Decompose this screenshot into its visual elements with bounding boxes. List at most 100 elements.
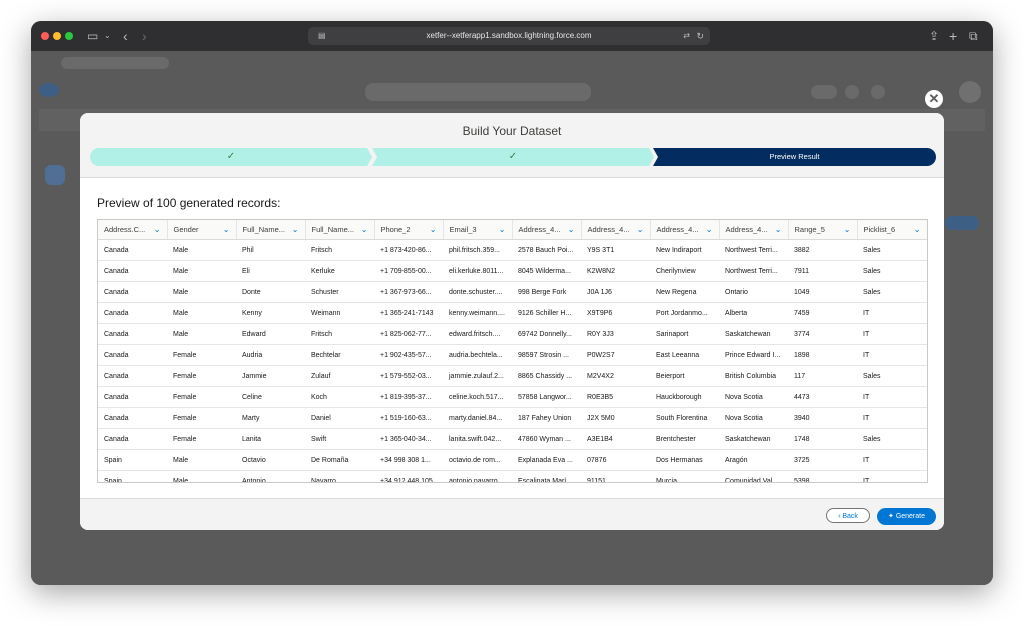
chevron-down-icon[interactable]: ⌄ [361,220,368,239]
table-cell: South Florentina [650,407,719,429]
table-body: Canada Male Phil Fritsch +1 873-420-86... phi… [98,239,927,482]
table-cell: 47860 Wyman ... [512,428,581,450]
table-cell: kenny.weimann.... [443,302,512,324]
column-header[interactable]: Picklist_6 ⌄ [857,220,927,240]
table-cell: 9126 Schiller H... [512,302,581,324]
app-tab-placeholder [61,57,169,69]
table-cell: Northwest Terri... [719,239,788,261]
column-header[interactable]: Address.C... ⌄ [98,220,168,240]
table-cell: 8865 Chassidy ... [512,365,581,387]
preview-table-container[interactable]: Address.C... ⌄ Gender ⌄ Full_Name... ⌄ Full_Na… [97,219,928,483]
path-step-preview-result[interactable]: Preview Result [653,148,936,166]
table-cell: J2X 5M0 [581,407,650,429]
table-cell: 4473 [788,386,857,408]
chevron-down-icon[interactable]: ⌄ [104,27,111,45]
app-logo [39,83,59,97]
table-cell: audria.bechtela... [443,344,512,366]
sidebar-toggle-icon[interactable]: ▭ [87,27,98,45]
preview-heading: Preview of 100 generated records: [97,196,281,210]
table-cell: +34 912 448 105 [374,470,443,482]
table-cell: donte.schuster.... [443,281,512,303]
forward-arrow-icon[interactable]: › [142,27,147,45]
chevron-down-icon[interactable]: ⌄ [430,220,437,239]
column-header[interactable]: Address_4... ⌄ [581,220,651,240]
chevron-down-icon[interactable]: ⌄ [154,220,161,239]
table-cell: 91151 [581,470,650,482]
table-row: Canada Male Donte Schuster +1 367-973-66... d… [98,281,927,303]
table-cell: Canada [98,239,167,261]
translate-icon[interactable]: ⇄ [683,27,690,45]
reload-icon[interactable]: ↻ [696,27,704,45]
table-cell: IT [857,323,927,345]
close-window-button[interactable] [41,32,49,40]
column-header[interactable]: Phone_2 ⌄ [374,220,444,240]
column-header[interactable]: Address_4... ⌄ [512,220,582,240]
chevron-down-icon[interactable]: ⌄ [914,220,921,239]
table-cell: marty.daniel.84... [443,407,512,429]
table-cell: Aragón [719,449,788,471]
table-cell: Jammie [236,365,305,387]
path-step-1[interactable]: ✓ [90,148,372,166]
table-row: Canada Male Kenny Weimann +1 365-241-7143 ken… [98,302,927,324]
back-arrow-icon[interactable]: ‹ [123,27,128,45]
table-cell: antonio.navarro... [443,470,512,482]
chevron-down-icon[interactable]: ⌄ [775,220,782,239]
chevron-down-icon[interactable]: ⌄ [637,220,644,239]
tab-overview-icon[interactable]: ⧉ [969,27,978,45]
table-row: Canada Male Edward Fritsch +1 825-062-77... e… [98,323,927,345]
table-cell: +1 365-241-7143 [374,302,443,324]
table-cell: IT [857,386,927,408]
table-cell: Male [167,323,236,345]
table-cell: Sarinaport [650,323,719,345]
back-button[interactable]: ‹ Back [826,508,870,523]
table-cell: X9T9P6 [581,302,650,324]
table-cell: Canada [98,260,167,282]
object-icon-placeholder [45,165,65,185]
chevron-down-icon[interactable]: ⌄ [706,220,713,239]
chevron-down-icon[interactable]: ⌄ [568,220,575,239]
zoom-window-button[interactable] [65,32,73,40]
share-icon[interactable]: ⇪ [929,27,939,45]
table-cell: celine.koch.517... [443,386,512,408]
column-header[interactable]: Address_4... ⌄ [650,220,720,240]
table-cell: Kenny [236,302,305,324]
table-cell: Male [167,449,236,471]
table-cell: Female [167,386,236,408]
table-cell: Cherilynview [650,260,719,282]
new-tab-icon[interactable]: + [949,27,957,45]
table-cell: 7459 [788,302,857,324]
column-header[interactable]: Range_5 ⌄ [788,220,858,240]
table-cell: Male [167,302,236,324]
table-cell: Zulauf [305,365,374,387]
table-cell: IT [857,470,927,482]
column-header[interactable]: Full_Name... ⌄ [236,220,306,240]
column-header-label: Full_Name... [311,225,355,234]
table-cell: Northwest Terri... [719,260,788,282]
preview-table: Address.C... ⌄ Gender ⌄ Full_Name... ⌄ Full_Na… [98,220,927,482]
table-cell: IT [857,449,927,471]
table-cell: +1 873-420-86... [374,239,443,261]
generate-button-label: Generate [895,513,925,520]
chevron-down-icon[interactable]: ⌄ [844,220,851,239]
table-cell: Brentchester [650,428,719,450]
generate-button[interactable]: ✦ Generate [877,508,936,525]
table-cell: IT [857,344,927,366]
table-cell: Alberta [719,302,788,324]
chevron-down-icon[interactable]: ⌄ [499,220,506,239]
column-header[interactable]: Address_4... ⌄ [719,220,789,240]
address-bar[interactable]: ▤ xetfer--xetferapp1.sandbox.lightning.f… [308,27,710,45]
column-header[interactable]: Gender ⌄ [167,220,237,240]
minimize-window-button[interactable] [53,32,61,40]
column-header[interactable]: Email_3 ⌄ [443,220,513,240]
table-cell: 1898 [788,344,857,366]
chevron-down-icon[interactable]: ⌄ [292,220,299,239]
table-cell: 07876 [581,449,650,471]
close-icon[interactable]: ✕ [925,90,943,108]
table-cell: K2W8N2 [581,260,650,282]
chevron-down-icon[interactable]: ⌄ [223,220,230,239]
path-step-2[interactable]: ✓ [372,148,654,166]
header-icon-placeholder [845,85,859,99]
avatar [959,81,981,103]
column-header[interactable]: Full_Name... ⌄ [305,220,375,240]
column-header-label: Full_Name... [242,225,286,234]
